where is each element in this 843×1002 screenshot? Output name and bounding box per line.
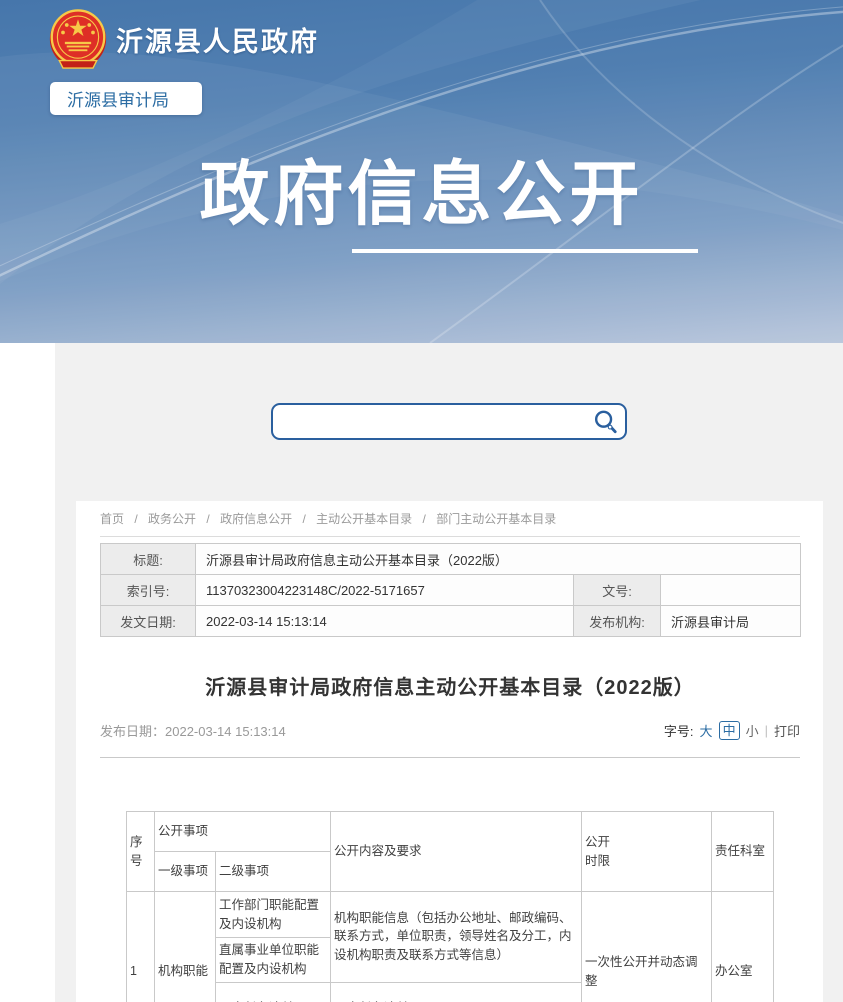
banner-page-title: 政府信息公开	[0, 156, 843, 233]
page: 沂源县人民政府 沂源县审计局 政府信息公开 首页 / 政务公开	[0, 0, 843, 1002]
font-size-small-button[interactable]: 小	[746, 721, 759, 740]
document-meta-table: 标题: 沂源县审计局政府信息主动公开基本目录（2022版） 索引号: 11370…	[100, 543, 801, 637]
publish-info-row: 发布日期：2022-03-14 15:13:14 字号: 大 中 小 | 打印	[100, 721, 800, 740]
national-emblem-logo	[48, 8, 108, 70]
meta-org-value: 沂源县审计局	[661, 606, 801, 637]
catalog-header-row-1: 序号 公开事项 公开内容及要求 公开 时限 责任科室	[126, 812, 773, 852]
meta-index-label: 索引号:	[101, 575, 196, 606]
publish-date-label: 发布日期：	[100, 724, 165, 739]
meta-org-label: 发布机构:	[574, 606, 661, 637]
meta-row-date: 发文日期: 2022-03-14 15:13:14 发布机构: 沂源县审计局	[101, 606, 801, 637]
breadcrumb-separator: /	[302, 512, 305, 526]
breadcrumb-home[interactable]: 首页	[100, 512, 124, 526]
breadcrumb-zdgk-catalog[interactable]: 主动公开基本目录	[316, 512, 412, 526]
article-divider	[100, 757, 800, 758]
cell-level1: 机构职能	[154, 892, 215, 1002]
content-card: 首页 / 政务公开 / 政府信息公开 / 主动公开基本目录 / 部门主动公开基本…	[76, 501, 823, 1002]
catalog-table: 序号 公开事项 公开内容及要求 公开 时限 责任科室 一级事项 二级事项 1 机…	[126, 811, 774, 1002]
breadcrumb-zwgk[interactable]: 政务公开	[148, 512, 196, 526]
breadcrumb-separator: /	[134, 512, 137, 526]
meta-index-value: 11370323004223148C/2022-5171657	[196, 575, 574, 606]
print-button[interactable]: 打印	[774, 721, 800, 740]
header-seq: 序号	[126, 812, 154, 892]
breadcrumb-zfxxgk[interactable]: 政府信息公开	[220, 512, 292, 526]
article-title: 沂源县审计局政府信息主动公开基本目录（2022版）	[100, 671, 800, 700]
meta-row-title: 标题: 沂源县审计局政府信息主动公开基本目录（2022版）	[101, 544, 801, 575]
cell-content-sub3: 职责任务清单	[331, 982, 582, 1002]
meta-date-label: 发文日期:	[101, 606, 196, 637]
department-button[interactable]: 沂源县审计局	[50, 82, 202, 115]
search-button[interactable]	[585, 405, 625, 438]
header-content: 公开内容及要求	[331, 812, 582, 892]
site-brand[interactable]: 沂源县人民政府	[48, 8, 319, 70]
font-size-large-button[interactable]: 大	[700, 721, 713, 740]
meta-docno-label: 文号:	[574, 575, 661, 606]
cell-level2-sub1: 工作部门职能配置及内设机构	[215, 892, 330, 938]
tools-separator: |	[765, 723, 768, 738]
search-box	[271, 403, 627, 440]
font-size-tools: 字号: 大 中 小 | 打印	[664, 721, 800, 740]
publish-date-value: 2022-03-14 15:13:14	[165, 724, 286, 739]
header-open-item: 公开事项	[154, 812, 330, 852]
cell-level2-sub3: 职责任务清单	[215, 982, 330, 1002]
breadcrumb-separator: /	[206, 512, 209, 526]
header-level2: 二级事项	[215, 852, 330, 892]
breadcrumb-dept-catalog[interactable]: 部门主动公开基本目录	[436, 512, 556, 526]
catalog-row-1-sub-1: 1 机构职能 工作部门职能配置及内设机构 机构职能信息（包括办公地址、邮政编码、…	[126, 892, 773, 938]
meta-title-label: 标题:	[101, 544, 196, 575]
search-icon	[592, 409, 618, 435]
search-input[interactable]	[273, 405, 585, 438]
breadcrumb: 首页 / 政务公开 / 政府信息公开 / 主动公开基本目录 / 部门主动公开基本…	[100, 510, 800, 527]
cell-content-sub1: 机构职能信息（包括办公地址、邮政编码、联系方式，单位职责，领导姓名及分工，内设机…	[331, 892, 582, 983]
cell-level2-sub2: 直属事业单位职能配置及内设机构	[215, 938, 330, 983]
meta-docno-value	[661, 575, 801, 606]
cell-seq: 1	[126, 892, 154, 1002]
site-title: 沂源县人民政府	[116, 20, 319, 59]
font-size-medium-button[interactable]: 中	[719, 721, 740, 740]
meta-row-index: 索引号: 11370323004223148C/2022-5171657 文号:	[101, 575, 801, 606]
banner-title-underline	[352, 249, 698, 253]
font-size-label: 字号:	[664, 721, 694, 740]
cell-time-limit: 一次性公开并动态调整	[582, 892, 712, 1002]
cell-dept: 办公室	[712, 892, 774, 1002]
breadcrumb-separator: /	[423, 512, 426, 526]
meta-title-value: 沂源县审计局政府信息主动公开基本目录（2022版）	[196, 544, 801, 575]
header-level1: 一级事项	[154, 852, 215, 892]
header-time-limit: 公开 时限	[582, 812, 712, 892]
header-dept: 责任科室	[712, 812, 774, 892]
publish-date: 发布日期：2022-03-14 15:13:14	[100, 721, 286, 740]
breadcrumb-divider	[100, 536, 800, 537]
meta-date-value: 2022-03-14 15:13:14	[196, 606, 574, 637]
banner: 沂源县人民政府 沂源县审计局 政府信息公开	[0, 0, 843, 343]
